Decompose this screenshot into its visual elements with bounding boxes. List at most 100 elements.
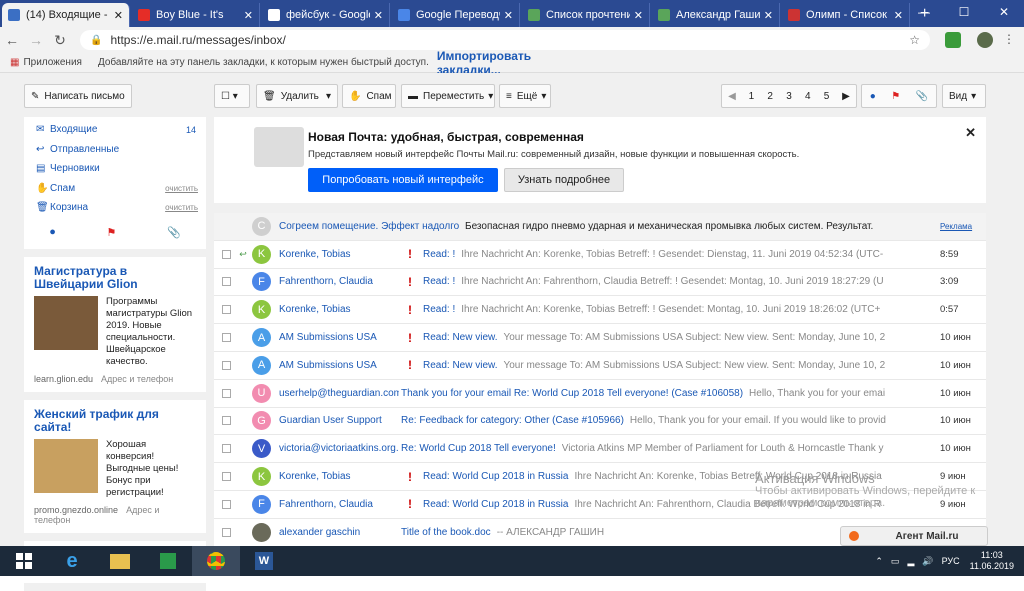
message-row[interactable]: Uuserhelp@theguardian.com Thank you for y… — [214, 380, 986, 408]
word-taskbar-icon[interactable]: W — [240, 546, 288, 576]
page-number[interactable]: 2 — [767, 91, 773, 102]
maximize-icon[interactable]: ☐ — [944, 0, 984, 24]
browser-menu-icon[interactable]: ⋮ — [1003, 32, 1015, 46]
reload-icon[interactable]: ↻ — [48, 32, 72, 49]
folder-drafts[interactable]: ▤ Черновики — [24, 159, 206, 179]
minimize-icon[interactable]: — — [904, 0, 944, 24]
folder-trash[interactable]: 🗑 Корзина очистить — [24, 198, 206, 218]
unread-filter-icon[interactable]: ● — [870, 91, 876, 102]
bookmark-star-icon[interactable]: ☆ — [909, 33, 920, 47]
select-all-checkbox[interactable]: ☐ ▾ — [214, 84, 250, 108]
avatar[interactable]: U — [252, 383, 271, 403]
tray-language[interactable]: РУС — [942, 556, 960, 566]
ad-contact-link[interactable]: Адрес и телефон — [101, 374, 173, 384]
avatar[interactable]: F — [252, 494, 271, 514]
message-row[interactable]: G Guardian User Support Re: Feedback for c… — [214, 408, 986, 436]
avatar[interactable]: A — [252, 328, 271, 348]
message-checkbox[interactable] — [222, 305, 231, 315]
avatar[interactable]: V — [252, 439, 271, 459]
message-row[interactable]: A AM Submissions USA! Read: New view. Your … — [214, 324, 986, 352]
message-row[interactable]: A AM Submissions USA! Read: New view. Your … — [214, 352, 986, 380]
important-icon[interactable]: ! — [399, 358, 421, 372]
ie-taskbar-icon[interactable]: e — [48, 546, 96, 576]
mail-agent-bar[interactable]: Агент Mail.ru — [840, 526, 988, 546]
clear-folder-link[interactable]: очистить — [165, 184, 198, 193]
avatar[interactable]: K — [252, 300, 271, 320]
apps-icon[interactable]: ▦ — [10, 57, 19, 68]
important-icon[interactable]: ! — [399, 303, 421, 317]
avatar[interactable]: A — [252, 355, 271, 375]
message-row[interactable]: Vvictoria@victoriaatkins.org.u Re: World … — [214, 435, 986, 464]
message-checkbox[interactable] — [222, 472, 231, 482]
important-icon[interactable]: ! — [399, 247, 421, 261]
important-icon[interactable]: ! — [399, 331, 421, 345]
folder-inbox[interactable]: ✉ Входящие 14 — [24, 120, 206, 140]
ad-headline[interactable]: Согреем помещение. Эффект надолго. — [279, 221, 459, 232]
avatar[interactable]: G — [252, 411, 271, 431]
profile-avatar[interactable] — [977, 32, 993, 48]
avatar[interactable]: F — [252, 272, 271, 292]
page-number[interactable]: 1 — [749, 91, 755, 102]
message-checkbox[interactable] — [222, 333, 231, 343]
chevron-down-icon[interactable]: ▾ — [326, 91, 331, 102]
ad-title[interactable]: Женский трафик для сайта! — [34, 407, 196, 434]
avatar[interactable]: K — [252, 467, 271, 487]
browser-tab[interactable]: (14) Входящие - Пс ✕ — [2, 3, 130, 27]
browser-tab[interactable]: Александр Гашин ✕ — [652, 3, 780, 27]
page-number[interactable]: 4 — [805, 91, 811, 102]
message-checkbox[interactable] — [222, 444, 231, 454]
unread-icon[interactable]: ● — [49, 226, 56, 239]
delete-button[interactable]: 🗑 Удалить ▾ — [256, 84, 338, 108]
page-number[interactable]: 3 — [786, 91, 792, 102]
message-checkbox[interactable] — [222, 249, 231, 259]
apps-link[interactable]: Приложения — [23, 57, 82, 68]
tray-network-icon[interactable]: ▂ — [907, 556, 914, 567]
close-window-icon[interactable]: ✕ — [984, 0, 1024, 24]
flag-icon[interactable]: ⚑ — [107, 226, 117, 239]
view-button[interactable]: Вид ▾ — [942, 84, 986, 108]
clear-folder-link[interactable]: очистить — [165, 203, 198, 212]
message-row[interactable]: F Fahrenthorn, Claudia! Read: ! Ihre Nachri… — [214, 269, 986, 297]
ad-label[interactable]: Реклама — [934, 222, 986, 231]
ad-snippet[interactable]: Безопасная гидро пневмо ударная и механи… — [465, 221, 934, 232]
ad-row[interactable]: C Согреем помещение. Эффект надолго. Безоп… — [214, 213, 986, 241]
ad-image[interactable] — [34, 295, 98, 350]
back-icon[interactable]: ← — [0, 32, 24, 48]
tray-clock[interactable]: 11:03 11.06.2019 — [970, 550, 1014, 572]
start-button[interactable] — [0, 546, 48, 576]
forward-icon[interactable]: → — [24, 32, 48, 48]
prev-page-icon[interactable]: ◀ — [722, 91, 742, 102]
message-row[interactable]: K Korenke, Tobias! Read: ! Ihre Nachricht A… — [214, 296, 986, 325]
browser-tab[interactable]: Google Переводч ✕ — [392, 3, 520, 27]
spam-button[interactable]: ✋ Спам — [342, 84, 396, 108]
browser-tab[interactable]: Олимп - Список с ✕ — [782, 3, 910, 27]
tray-sound-icon[interactable]: 🔊 — [922, 556, 933, 567]
next-page-icon[interactable]: ▶ — [836, 91, 856, 102]
extension-icon[interactable] — [945, 32, 961, 48]
sidebar-ad[interactable]: Женский трафик для сайта! Хорошая конверс… — [24, 400, 206, 541]
chrome-taskbar-icon[interactable] — [192, 546, 240, 576]
folder-spam[interactable]: ✋ Спам очистить — [24, 179, 206, 199]
ad-domain[interactable]: promo.gnezdo.online — [34, 505, 118, 515]
message-checkbox[interactable] — [222, 416, 231, 426]
page-number[interactable]: 5 — [824, 91, 830, 102]
avatar[interactable]: K — [252, 244, 271, 264]
attachment-icon[interactable]: 📎 — [167, 226, 181, 239]
attachment-filter-icon[interactable]: 📎 — [916, 91, 928, 102]
browser-tab[interactable]: Список прочтений ✕ — [522, 3, 650, 27]
learn-more-button[interactable]: Узнать подробнее — [504, 168, 624, 192]
message-checkbox[interactable] — [222, 360, 231, 370]
tray-up-icon[interactable]: ⌃ — [875, 556, 883, 567]
important-icon[interactable]: ! — [399, 470, 421, 484]
avatar[interactable] — [252, 522, 271, 542]
tab-close-icon[interactable]: ✕ — [894, 9, 903, 22]
address-input[interactable]: 🔒 https://e.mail.ru/messages/inbox/ ☆ — [80, 30, 930, 50]
tab-close-icon[interactable]: ✕ — [374, 9, 383, 22]
ad-domain[interactable]: learn.glion.edu — [34, 374, 93, 384]
tab-close-icon[interactable]: ✕ — [764, 9, 773, 22]
move-button[interactable]: ▬ Переместить ▾ — [401, 84, 495, 108]
sidebar-ad[interactable]: Магистратура в Швейцарии Glion Программы … — [24, 257, 206, 400]
browser-tab[interactable]: Boy Blue - It's ✕ — [132, 3, 260, 27]
store-taskbar-icon[interactable] — [144, 546, 192, 576]
tab-close-icon[interactable]: ✕ — [244, 9, 253, 22]
